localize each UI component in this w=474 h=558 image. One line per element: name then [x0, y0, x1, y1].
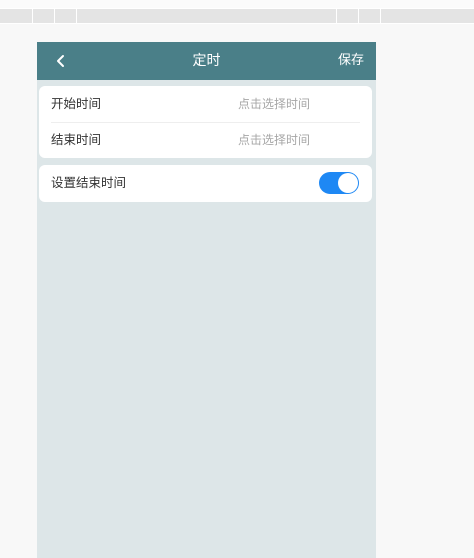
time-range-card: 开始时间 点击选择时间 结束时间 点击选择时间: [39, 86, 372, 158]
end-time-setting-card: 设置结束时间: [39, 165, 372, 202]
end-time-toggle[interactable]: [319, 172, 359, 194]
end-time-setting-label: 设置结束时间: [51, 175, 127, 190]
save-button[interactable]: 保存: [338, 42, 364, 80]
page-title: 定时: [192, 53, 221, 69]
browser-toolbar-strip: [0, 0, 474, 24]
start-time-row[interactable]: 开始时间 点击选择时间: [39, 86, 372, 123]
browser-tab-separator: [32, 9, 33, 23]
browser-tab-row: [0, 9, 474, 23]
browser-tab-separator: [380, 9, 381, 23]
end-time-label: 结束时间: [51, 132, 102, 147]
browser-tab-separator: [336, 9, 337, 23]
start-time-picker[interactable]: 点击选择时间: [238, 86, 310, 122]
end-time-row[interactable]: 结束时间 点击选择时间: [39, 122, 372, 158]
browser-tab-separator: [54, 9, 55, 23]
navigation-bar: 定时 保存: [37, 42, 376, 80]
toggle-knob: [338, 173, 358, 193]
start-time-label: 开始时间: [51, 96, 102, 111]
mobile-screen: 定时 保存 开始时间 点击选择时间 结束时间 点击选择时间 设置结束时间: [37, 42, 376, 558]
end-time-setting-row: 设置结束时间: [39, 165, 372, 201]
browser-tab-separator: [76, 9, 77, 23]
browser-top-line: [0, 0, 474, 8]
end-time-picker[interactable]: 点击选择时间: [238, 122, 310, 158]
browser-tab-separator: [358, 9, 359, 23]
